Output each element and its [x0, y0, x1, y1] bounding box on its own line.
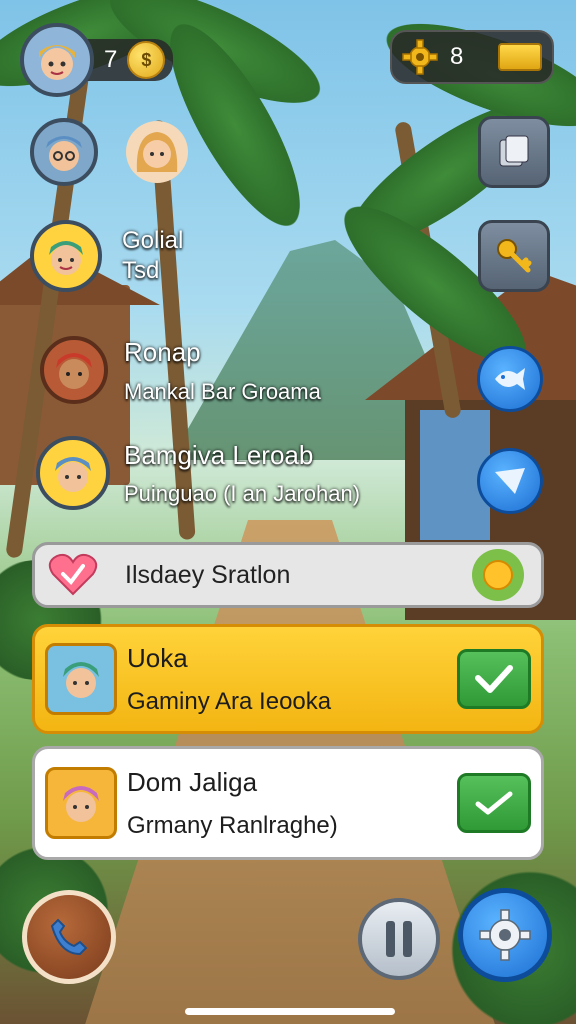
check-icon	[475, 665, 513, 693]
player-row[interactable]: Bamgiva Leroab Puinguao (I an Jarohan)	[36, 436, 360, 510]
player-row[interactable]: Golial Tsd	[30, 220, 183, 292]
card-sub: Gaminy Ara Ieooka	[127, 687, 332, 715]
shield-button[interactable]	[477, 448, 543, 514]
settings-button[interactable]	[458, 888, 552, 982]
card-info: Uoka Gaminy Ara Ieooka	[127, 643, 331, 716]
card-title: Uoka	[127, 642, 188, 673]
accept-button[interactable]	[457, 649, 531, 709]
player-hud[interactable]: 7 $	[20, 22, 174, 98]
player-name: Ronap	[124, 337, 201, 367]
settings-icon	[479, 909, 531, 961]
match-card-active[interactable]: Uoka Gaminy Ara Ieooka	[32, 624, 544, 734]
avatar	[126, 121, 188, 183]
heart-icon	[48, 553, 98, 596]
score-count: 7	[104, 46, 118, 73]
player-name: Golial	[122, 227, 184, 254]
player-info: Bamgiva Leroab Puinguao (I an Jarohan)	[124, 439, 360, 508]
avatar	[45, 643, 117, 715]
match-card[interactable]: Dom Jaliga Grmany Ranlraghe)	[32, 746, 544, 860]
home-indicator[interactable]	[185, 1008, 395, 1015]
phone-button[interactable]	[22, 890, 116, 984]
avatar	[45, 767, 117, 839]
shield-icon	[495, 468, 525, 494]
player-row[interactable]	[30, 118, 188, 186]
fish-button[interactable]	[477, 346, 543, 412]
avatar	[30, 220, 102, 292]
avatar	[40, 336, 108, 405]
coin-icon: $	[127, 41, 166, 79]
status-label: Ilsdaey Sratlon	[125, 560, 291, 589]
player-sub: Puinguao (I an Jarohan)	[124, 481, 361, 507]
avatar	[30, 118, 98, 186]
card-sub: Grmany Ranlraghe)	[127, 811, 338, 839]
player-sub: Mankal Bar Groama	[124, 378, 321, 404]
accept-button[interactable]	[457, 773, 531, 833]
player-avatar	[20, 23, 94, 97]
fish-icon	[495, 368, 525, 390]
player-name: Bamgiva Leroab	[124, 439, 314, 470]
cards-button[interactable]	[478, 116, 550, 188]
key-icon	[497, 239, 532, 273]
resource-count: 8	[450, 43, 464, 70]
resources-hud[interactable]: 8	[390, 30, 554, 84]
card-info: Dom Jaliga Grmany Ranlraghe)	[127, 767, 338, 840]
phone-icon	[50, 918, 88, 956]
card-title: Dom Jaliga	[127, 766, 258, 797]
player-info: Golial Tsd	[122, 226, 183, 286]
gold-bar-icon	[498, 43, 542, 71]
avatar	[36, 436, 110, 510]
sun-icon	[472, 549, 524, 601]
cards-icon	[499, 135, 529, 167]
status-banner[interactable]: Ilsdaey Sratlon	[32, 542, 544, 608]
player-info: Ronap Mankal Bar Groama	[124, 336, 321, 405]
check-icon	[475, 791, 513, 815]
key-button[interactable]	[478, 220, 550, 292]
player-row[interactable]: Ronap Mankal Bar Groama	[40, 336, 321, 405]
gear-icon	[402, 39, 438, 75]
pause-icon	[386, 921, 412, 957]
pause-button[interactable]	[358, 898, 440, 980]
player-sub: Tsd	[122, 257, 160, 284]
